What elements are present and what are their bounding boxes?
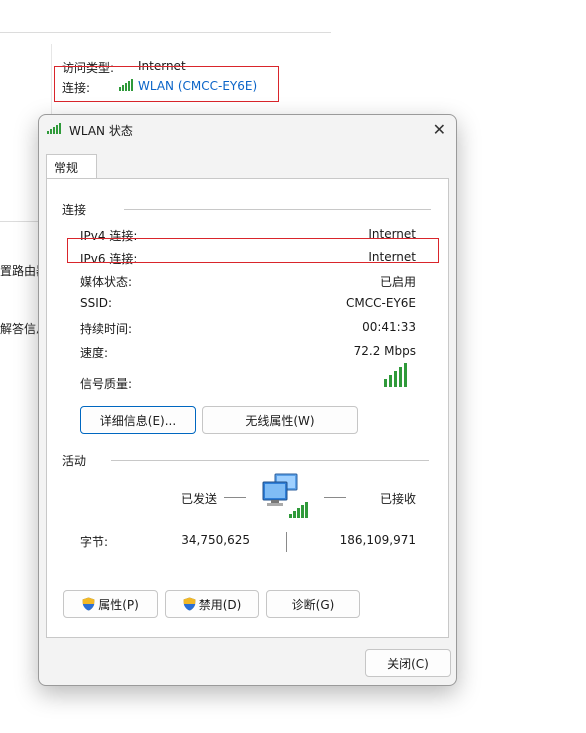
wlan-status-dialog: WLAN 状态 ✕ 常规 连接 IPv4 连接: Internet IPv6 连… <box>38 114 457 686</box>
dialog-title: WLAN 状态 <box>69 124 133 138</box>
sent-label: 已发送 <box>181 492 218 506</box>
close-icon[interactable]: ✕ <box>433 120 446 139</box>
duration-label: 持续时间: <box>80 322 133 336</box>
received-line <box>324 497 346 498</box>
properties-button[interactable]: 属性(P) <box>63 590 158 618</box>
disable-button[interactable]: 禁用(D) <box>165 590 259 618</box>
bytes-label: 字节: <box>80 535 109 549</box>
activity-section-divider <box>111 460 429 461</box>
ssid-value: CMCC-EY6E <box>346 296 416 310</box>
bytes-divider <box>286 532 287 552</box>
shield-icon <box>183 597 196 611</box>
speed-value: 72.2 Mbps <box>353 344 416 358</box>
media-state-label: 媒体状态: <box>80 275 133 289</box>
signal-quality-label: 信号质量: <box>80 377 133 391</box>
properties-button-label: 属性(P) <box>98 597 139 612</box>
details-button[interactable]: 详细信息(E)... <box>80 406 196 434</box>
background-column-divider <box>51 44 52 114</box>
sent-line <box>224 497 246 498</box>
duration-value: 00:41:33 <box>362 320 416 334</box>
received-label: 已接收 <box>380 492 417 506</box>
signal-strength-icon <box>384 363 407 388</box>
network-computer-icon <box>261 472 309 520</box>
shield-icon <box>82 597 95 611</box>
disable-button-label: 禁用(D) <box>198 597 242 612</box>
connection-section-divider <box>124 209 431 210</box>
diagnose-button[interactable]: 诊断(G) <box>266 590 360 618</box>
wireless-properties-button[interactable]: 无线属性(W) <box>202 406 358 434</box>
bytes-sent-value: 34,750,625 <box>181 533 250 547</box>
highlight-box-connection <box>54 66 279 102</box>
highlight-box-ipv6 <box>67 238 439 263</box>
tab-general[interactable]: 常规 <box>46 154 97 179</box>
activity-section-label: 活动 <box>62 454 87 468</box>
bytes-received-value: 186,109,971 <box>339 533 416 547</box>
media-state-value: 已启用 <box>379 275 416 289</box>
close-button[interactable]: 关闭(C) <box>365 649 451 677</box>
wifi-signal-icon <box>47 123 61 135</box>
speed-label: 速度: <box>80 346 109 360</box>
background-divider-left <box>0 221 40 222</box>
connection-section-label: 连接 <box>62 203 87 217</box>
ssid-label: SSID: <box>80 296 113 310</box>
background-divider <box>0 32 331 33</box>
